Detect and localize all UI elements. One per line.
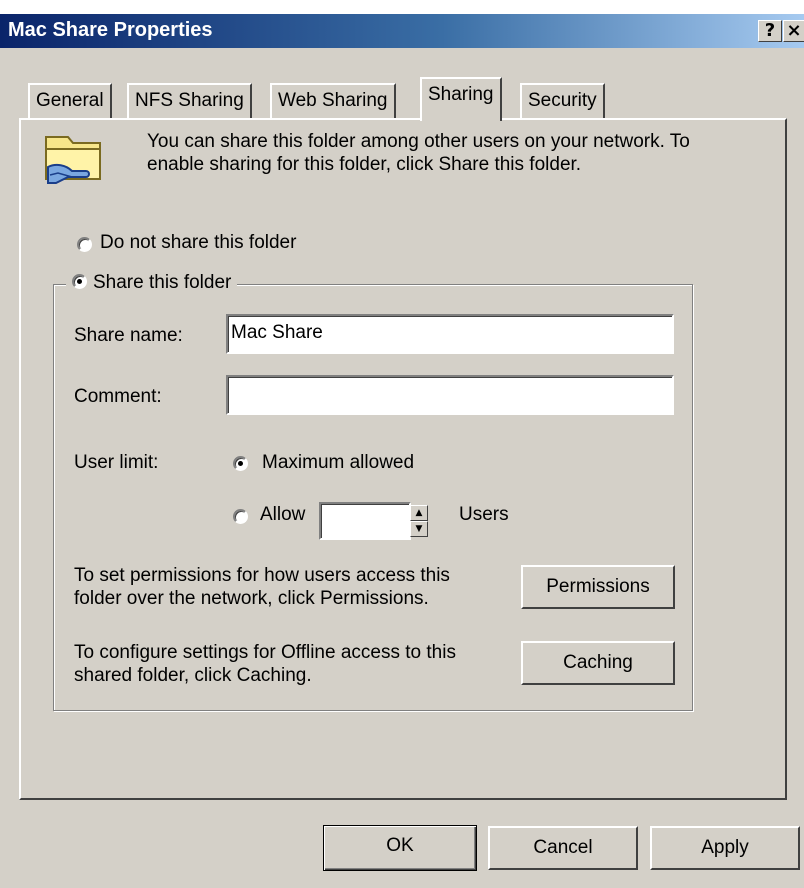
sharing-info-text: You can share this folder among other us… — [147, 131, 690, 175]
user-limit-label: User limit: — [74, 452, 159, 473]
tab-nfs-sharing[interactable]: NFS Sharing — [127, 83, 252, 119]
share-name-label: Share name: — [74, 325, 183, 346]
comment-label: Comment: — [74, 386, 162, 407]
background-strip — [0, 0, 804, 14]
spin-down-icon[interactable]: ▼ — [410, 521, 428, 537]
close-button[interactable]: × — [783, 20, 804, 42]
help-button[interactable]: ? — [758, 20, 782, 42]
permissions-button[interactable]: Permissions — [521, 565, 675, 609]
maximum-allowed-radio[interactable] — [233, 456, 248, 471]
apply-button[interactable]: Apply — [650, 826, 800, 870]
comment-input[interactable] — [226, 375, 674, 415]
share-this-folder-legend: Share this folder — [66, 272, 238, 294]
share-this-folder-label[interactable]: Share this folder — [93, 272, 231, 293]
maximum-allowed-label[interactable]: Maximum allowed — [262, 452, 414, 474]
allow-label[interactable]: Allow — [260, 504, 305, 526]
ok-button[interactable]: OK — [323, 825, 477, 871]
tab-sharing[interactable]: Sharing — [420, 77, 502, 121]
allow-radio[interactable] — [233, 509, 248, 524]
window-title: Mac Share Properties — [8, 19, 213, 41]
title-bar[interactable]: Mac Share Properties ? × — [0, 14, 804, 48]
tab-security[interactable]: Security — [520, 83, 605, 119]
share-name-input[interactable]: Mac Share — [226, 314, 674, 354]
tab-web-sharing[interactable]: Web Sharing — [270, 83, 396, 119]
allow-users-spinner[interactable]: ▲ ▼ — [410, 505, 428, 537]
caching-text: To configure settings for Offline access… — [74, 642, 456, 686]
share-this-folder-radio[interactable] — [72, 274, 87, 289]
tab-general[interactable]: General — [28, 83, 112, 119]
do-not-share-label[interactable]: Do not share this folder — [100, 232, 296, 254]
allow-users-input[interactable] — [319, 502, 411, 540]
cancel-button[interactable]: Cancel — [488, 826, 638, 870]
caching-button[interactable]: Caching — [521, 641, 675, 685]
permissions-text: To set permissions for how users access … — [74, 565, 450, 609]
shared-folder-icon — [45, 136, 101, 184]
users-label: Users — [459, 504, 509, 525]
do-not-share-radio[interactable] — [77, 237, 92, 252]
spin-up-icon[interactable]: ▲ — [410, 505, 428, 521]
